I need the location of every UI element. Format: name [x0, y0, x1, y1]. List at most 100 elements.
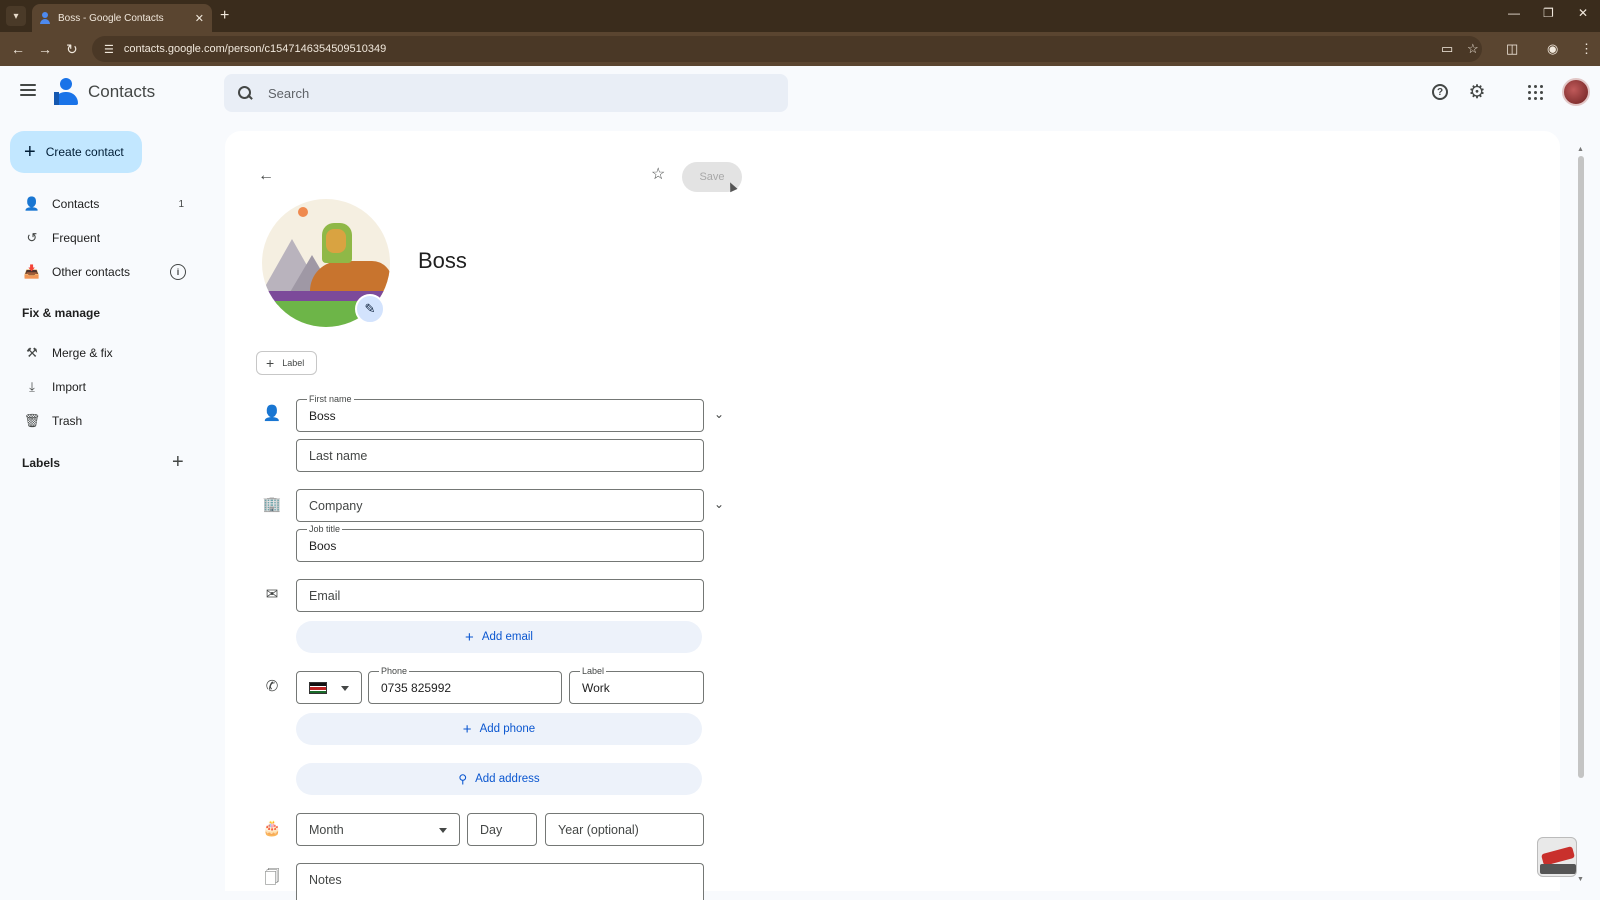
- new-tab-icon[interactable]: +: [220, 6, 229, 26]
- phone-field[interactable]: Phone 0735 825992: [368, 666, 562, 704]
- plus-icon: +: [24, 141, 36, 163]
- location-pin-icon: ⚲: [458, 771, 468, 786]
- minimize-icon[interactable]: —: [1508, 6, 1520, 20]
- scrollbar[interactable]: ▲ ▼: [1577, 146, 1585, 886]
- main-menu-icon[interactable]: [20, 84, 36, 96]
- add-phone-button[interactable]: + Add phone: [296, 713, 702, 745]
- browser-menu-icon[interactable]: ⋮: [1580, 40, 1593, 58]
- phone-type-field[interactable]: Label Work: [569, 666, 704, 704]
- phone-type-label: Label: [580, 666, 607, 676]
- day-placeholder: Day: [480, 823, 503, 837]
- tab-title: Boss - Google Contacts: [58, 12, 164, 24]
- month-placeholder: Month: [309, 823, 344, 837]
- plus-icon: +: [266, 355, 275, 371]
- contacts-favicon-icon: [40, 12, 50, 24]
- search-bar[interactable]: [224, 74, 788, 112]
- add-email-button[interactable]: + Add email: [296, 621, 702, 653]
- sidebar-item-import[interactable]: ⤓ Import: [0, 372, 200, 402]
- last-name-placeholder: Last name: [309, 449, 368, 463]
- inbox-download-icon: 📥: [23, 264, 41, 279]
- app-header: Contacts ? ⚙: [0, 66, 1600, 122]
- phone-label: Phone: [379, 666, 410, 676]
- contacts-logo-icon[interactable]: [54, 78, 78, 106]
- reload-icon[interactable]: ↻: [66, 40, 78, 58]
- scroll-up-icon[interactable]: ▲: [1577, 146, 1584, 153]
- create-contact-label: Create contact: [45, 145, 124, 159]
- account-avatar[interactable]: [1562, 78, 1590, 106]
- company-field[interactable]: Company: [296, 489, 704, 522]
- phone-type-value: Work: [582, 681, 610, 695]
- back-icon[interactable]: ←: [11, 40, 25, 58]
- browser-tab[interactable]: Boss - Google Contacts ✕: [32, 4, 212, 32]
- create-contact-button[interactable]: + Create contact: [10, 131, 142, 173]
- birthday-year-field[interactable]: Year (optional): [545, 813, 704, 846]
- help-button[interactable]: ?: [1430, 82, 1450, 102]
- notes-placeholder: Notes: [309, 873, 342, 887]
- app-title[interactable]: Contacts: [88, 82, 155, 102]
- last-name-field[interactable]: Last name: [296, 439, 704, 472]
- building-icon: 🏢: [262, 496, 282, 513]
- job-title-label: Job title: [307, 524, 343, 534]
- cake-icon: 🎂: [262, 820, 282, 837]
- sidebar-item-other-contacts[interactable]: 📥 Other contacts i: [0, 257, 200, 287]
- sidebar-item-merge-fix[interactable]: ⚒ Merge & fix: [0, 338, 200, 368]
- sidebar-item-frequent[interactable]: ↺ Frequent: [0, 223, 200, 253]
- job-title-field[interactable]: Job title Boos: [296, 524, 704, 562]
- phone-value: 0735 825992: [381, 681, 452, 695]
- address-bar[interactable]: ☰ contacts.google.com/person/c1547146354…: [92, 36, 1482, 62]
- window-close-icon[interactable]: ✕: [1578, 6, 1588, 20]
- extensions-icon[interactable]: ◫: [1506, 40, 1518, 58]
- download-icon: ⤓: [29, 379, 35, 394]
- trash-icon: 🗑: [23, 413, 41, 428]
- expand-name-chevron-down-icon[interactable]: ⌄: [714, 407, 724, 421]
- google-apps-icon[interactable]: [1525, 82, 1545, 102]
- search-icon[interactable]: [238, 86, 252, 100]
- add-address-label: Add address: [475, 773, 540, 785]
- close-tab-icon[interactable]: ✕: [195, 12, 204, 25]
- url-text[interactable]: contacts.google.com/person/c154714635450…: [124, 43, 386, 55]
- star-icon[interactable]: ☆: [651, 166, 665, 184]
- birthday-day-field[interactable]: Day: [467, 813, 537, 846]
- tab-search-icon[interactable]: ▾: [6, 6, 26, 26]
- profile-icon[interactable]: ◉: [1547, 40, 1558, 58]
- settings-gear-icon[interactable]: ⚙: [1467, 82, 1487, 103]
- search-input[interactable]: [268, 85, 748, 101]
- browser-toolbar: ← → ↻ ☰ contacts.google.com/person/c1547…: [0, 32, 1600, 66]
- info-icon[interactable]: i: [170, 264, 186, 280]
- first-name-field[interactable]: First name Boss: [296, 394, 704, 432]
- add-address-button[interactable]: ⚲ Add address: [296, 763, 702, 795]
- expand-company-chevron-down-icon[interactable]: ⌄: [714, 497, 724, 511]
- bookmark-star-icon[interactable]: ☆: [1467, 40, 1479, 58]
- birthday-month-select[interactable]: Month: [296, 813, 460, 846]
- add-label-button[interactable]: + Label: [256, 351, 317, 375]
- company-placeholder: Company: [309, 499, 363, 513]
- browser-tab-bar: ▾ Boss - Google Contacts ✕ + — ❐ ✕: [0, 0, 1600, 32]
- add-label-icon[interactable]: +: [172, 452, 184, 472]
- edit-photo-pencil-icon[interactable]: ✎: [355, 294, 385, 324]
- label-chip-text: Label: [282, 358, 305, 368]
- caret-down-icon: [341, 686, 349, 691]
- notes-field[interactable]: Notes: [296, 863, 704, 900]
- install-app-icon[interactable]: ▭: [1441, 40, 1453, 58]
- sidebar-item-label: Merge & fix: [52, 346, 113, 360]
- contacts-count: 1: [178, 198, 184, 210]
- kenya-flag-icon: [309, 682, 327, 694]
- site-info-icon[interactable]: ☰: [104, 43, 114, 56]
- sidebar-item-label: Other contacts: [52, 265, 131, 279]
- first-name-value: Boss: [309, 409, 336, 423]
- restore-icon[interactable]: ❐: [1543, 6, 1554, 20]
- scroll-down-icon[interactable]: ▼: [1577, 876, 1584, 883]
- phone-icon: ✆: [265, 678, 279, 695]
- sidebar-item-trash[interactable]: 🗑 Trash: [0, 406, 200, 436]
- sidebar-item-contacts[interactable]: 👤 Contacts 1: [0, 189, 200, 219]
- email-field[interactable]: Email: [296, 579, 704, 612]
- sidebar-item-label: Trash: [52, 414, 83, 428]
- sidebar-item-label: Contacts: [52, 197, 100, 211]
- country-code-select[interactable]: [296, 671, 362, 704]
- back-arrow-icon[interactable]: ←: [258, 167, 274, 185]
- person-outline-icon: 👤: [262, 405, 282, 422]
- person-icon: 👤: [23, 196, 41, 211]
- scroll-thumb[interactable]: [1578, 156, 1584, 778]
- forward-icon[interactable]: →: [38, 40, 52, 58]
- sidebar-item-label: Import: [52, 380, 87, 394]
